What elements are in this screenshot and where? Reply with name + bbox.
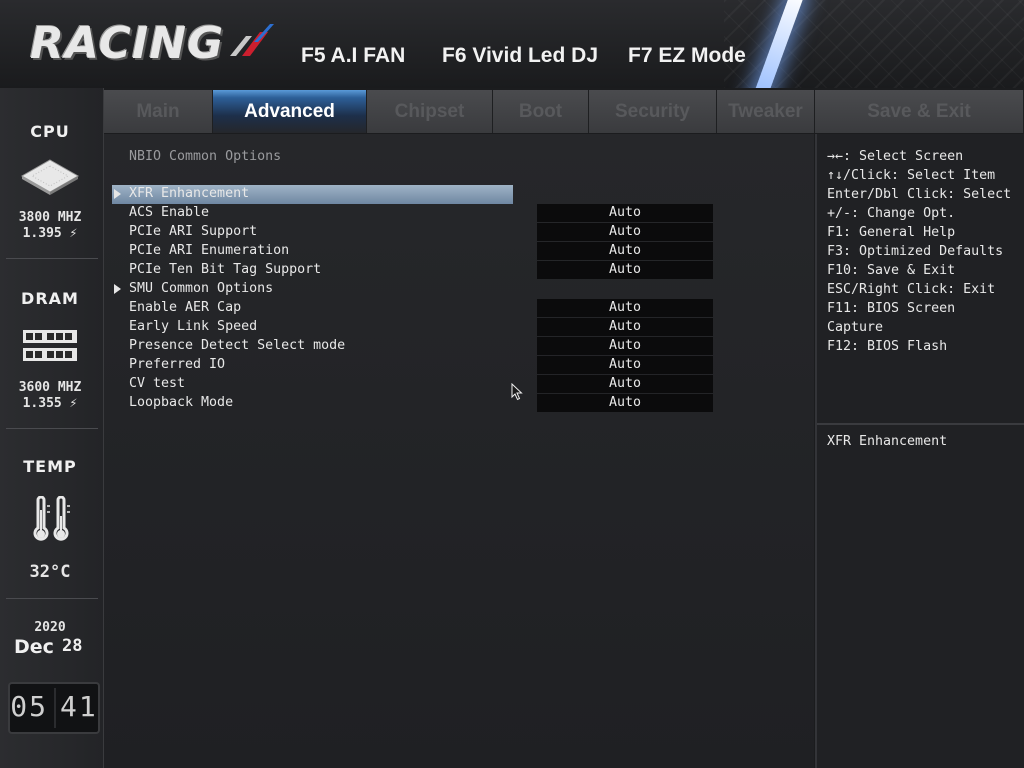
clock-hours: 05 — [10, 690, 48, 723]
temp-label: TEMP — [23, 457, 77, 476]
settings-pane: NBIO Common Options XFR Enhancement ACS … — [104, 134, 814, 768]
cpu-label: CPU — [30, 122, 70, 141]
date-year: 2020 — [34, 620, 66, 635]
help-select-item: ↑↓/Click: Select Item — [827, 168, 996, 183]
setting-value[interactable]: Auto — [537, 223, 713, 241]
tab-tweaker[interactable]: Tweaker — [717, 90, 815, 133]
clock-display: 05 41 — [8, 682, 100, 734]
setting-value[interactable]: Auto — [537, 318, 713, 336]
setting-value[interactable]: Auto — [537, 394, 713, 412]
racing-logo: RACING — [30, 18, 225, 69]
help-optimized-defaults: F3: Optimized Defaults — [827, 244, 1004, 259]
setting-value[interactable]: Auto — [537, 356, 713, 374]
cpu-frequency: 3800 MHZ — [18, 210, 82, 225]
tab-save-exit[interactable]: Save & Exit — [815, 90, 1024, 133]
clock-separator — [54, 688, 56, 728]
dram-label: DRAM — [21, 289, 79, 308]
sidebar-divider — [6, 598, 98, 599]
setting-pcie-ari-enumeration[interactable]: PCIe ARI Enumeration Auto — [104, 242, 814, 261]
help-general-help: F1: General Help — [827, 225, 956, 240]
setting-acs-enable[interactable]: ACS Enable Auto — [104, 204, 814, 223]
setting-early-link-speed[interactable]: Early Link Speed Auto — [104, 318, 814, 337]
thermometer-icon — [33, 496, 70, 541]
tab-chipset[interactable]: Chipset — [367, 90, 493, 133]
system-status-sidebar: CPU 3800 MHZ 1.395 ⚡ DRAM 3600 MHZ 1.355… — [0, 88, 104, 768]
help-pane: →←: Select Screen ↑↓/Click: Select Item … — [815, 134, 1024, 768]
setting-pcie-ten-bit-tag[interactable]: PCIe Ten Bit Tag Support Auto — [104, 261, 814, 280]
help-bios-screen: F11: BIOS Screen — [827, 301, 956, 316]
help-change-opt: +/-: Change Opt. — [827, 206, 956, 221]
tab-bar: Main Advanced Chipset Boot Security Twea… — [104, 90, 1024, 133]
setting-presence-detect-select[interactable]: Presence Detect Select mode Auto — [104, 337, 814, 356]
tab-security[interactable]: Security — [589, 90, 717, 133]
header-bar: RACING F5 A.I FAN F6 Vivid Led DJ F7 EZ … — [0, 0, 1024, 88]
mouse-cursor-icon — [511, 383, 523, 401]
sidebar-divider — [6, 258, 98, 259]
setting-value[interactable]: Auto — [537, 375, 713, 393]
temperature-value: 32°C — [29, 562, 71, 582]
dram-frequency: 3600 MHZ — [18, 380, 82, 395]
racing-logo-mark-icon — [230, 24, 274, 56]
submenu-arrow-icon — [114, 284, 121, 294]
setting-pcie-ari-support[interactable]: PCIe ARI Support Auto — [104, 223, 814, 242]
help-divider — [817, 423, 1024, 425]
setting-cv-test[interactable]: CV test Auto — [104, 375, 814, 394]
tab-main[interactable]: Main — [104, 90, 213, 133]
submenu-arrow-icon — [114, 189, 121, 199]
date-day: 28 — [62, 636, 83, 656]
setting-value[interactable]: Auto — [537, 242, 713, 260]
setting-smu-common-options[interactable]: SMU Common Options — [104, 280, 814, 299]
setting-xfr-enhancement[interactable]: XFR Enhancement — [104, 185, 814, 204]
setting-preferred-io[interactable]: Preferred IO Auto — [104, 356, 814, 375]
clock-minutes: 41 — [60, 690, 98, 723]
hotkey-vivid-led-dj[interactable]: F6 Vivid Led DJ — [442, 44, 598, 68]
setting-loopback-mode[interactable]: Loopback Mode Auto — [104, 394, 814, 413]
section-title: NBIO Common Options — [129, 149, 282, 164]
cpu-voltage: 1.395 ⚡ — [22, 226, 78, 241]
help-bios-flash: F12: BIOS Flash — [827, 339, 948, 354]
help-esc-exit: ESC/Right Click: Exit — [827, 282, 996, 297]
help-select-screen: →←: Select Screen — [827, 149, 964, 164]
dram-module-icon — [23, 330, 77, 361]
hotkey-ai-fan[interactable]: F5 A.I FAN — [301, 44, 405, 68]
tab-boot[interactable]: Boot — [493, 90, 589, 133]
date-month: Dec — [14, 636, 54, 658]
help-capture: Capture — [827, 320, 884, 335]
setting-value[interactable]: Auto — [537, 204, 713, 222]
tab-advanced[interactable]: Advanced — [213, 90, 367, 133]
setting-value[interactable]: Auto — [537, 261, 713, 279]
cpu-chip-icon — [20, 159, 80, 195]
hotkey-ez-mode[interactable]: F7 EZ Mode — [628, 44, 746, 68]
dram-voltage: 1.355 ⚡ — [22, 396, 78, 411]
setting-value[interactable]: Auto — [537, 299, 713, 317]
help-item-description: XFR Enhancement — [827, 434, 948, 449]
help-enter-select: Enter/Dbl Click: Select — [827, 187, 1012, 202]
sidebar-divider — [6, 428, 98, 429]
setting-enable-aer-cap[interactable]: Enable AER Cap Auto — [104, 299, 814, 318]
help-save-exit: F10: Save & Exit — [827, 263, 956, 278]
setting-value[interactable]: Auto — [537, 337, 713, 355]
